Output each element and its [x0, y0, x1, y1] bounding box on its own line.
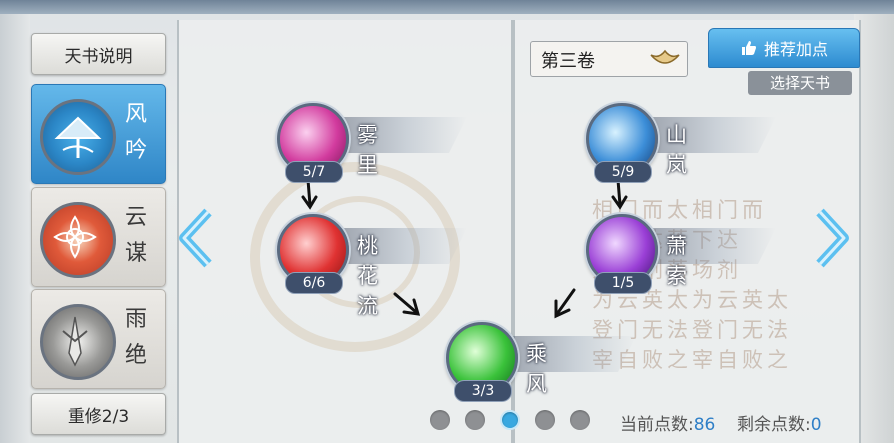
remaining-points-value: 0: [810, 415, 822, 435]
skill-name: 乘风: [526, 342, 547, 396]
page-dot[interactable]: [430, 410, 450, 430]
page-dot-active[interactable]: [500, 410, 520, 430]
skill-level-count: 5/9: [594, 161, 652, 183]
skill-connector-arrows: [301, 178, 628, 319]
skill-level-count: 1/5: [594, 272, 652, 294]
skill-name: 桃花流: [357, 234, 378, 318]
points-display: 当前点数:86 剩余点数:0: [620, 410, 822, 435]
skill-name: 雾里: [357, 123, 378, 177]
skill-level-count: 3/3: [454, 380, 512, 402]
page-dot[interactable]: [465, 410, 485, 430]
page-dot[interactable]: [570, 410, 590, 430]
skill-name: 山岚: [666, 123, 687, 177]
remaining-points-label: 剩余点数:: [737, 415, 811, 435]
skill-level-count: 5/7: [285, 161, 343, 183]
page-dot[interactable]: [535, 410, 555, 430]
skill-level-count: 6/6: [285, 272, 343, 294]
skill-name: 萧索: [666, 234, 687, 288]
current-points-label: 当前点数:: [620, 415, 694, 435]
current-points-value: 86: [693, 415, 716, 435]
page-indicator: [430, 410, 590, 430]
